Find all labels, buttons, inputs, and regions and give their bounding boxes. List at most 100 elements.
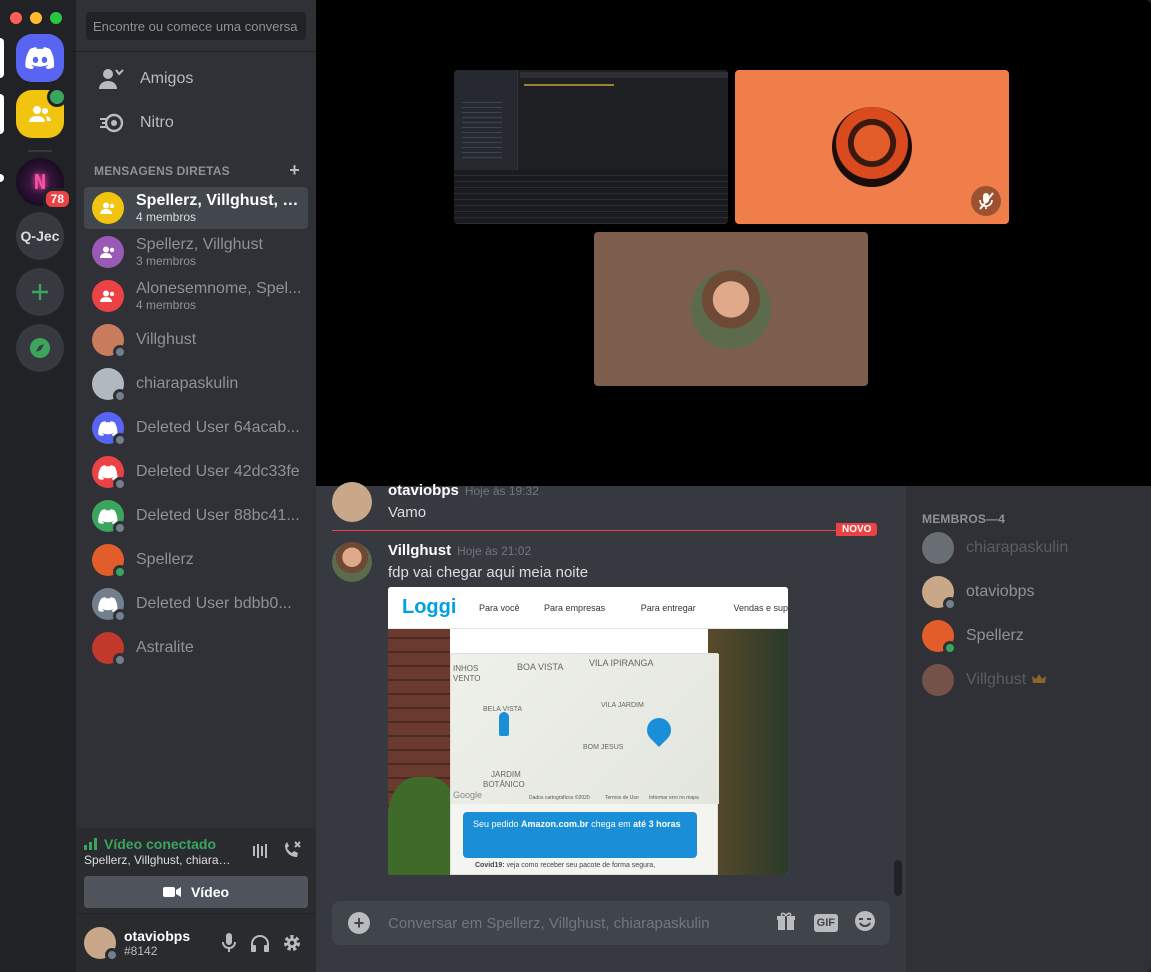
disconnect-icon[interactable] — [282, 840, 302, 865]
noise-suppression-icon[interactable] — [252, 842, 270, 865]
map-label: BOM JESUS — [583, 744, 624, 751]
video-call-area — [316, 0, 1151, 486]
search-input[interactable]: Encontre ou comece uma conversa — [86, 12, 306, 40]
status-dot — [113, 477, 127, 491]
server-rail: N 78 Q-Jec — [0, 0, 76, 972]
headphones-icon[interactable] — [249, 932, 271, 954]
dm-header-label: MENSAGENS DIRETAS — [94, 164, 230, 178]
dm-text: Villghust — [136, 331, 306, 349]
dm-text: Deleted User bdbb0... — [136, 595, 306, 613]
add-server-button[interactable] — [16, 268, 64, 316]
member-avatar — [922, 620, 957, 655]
member-item[interactable]: Villghust — [922, 664, 1047, 696]
chat-scrollbar[interactable] — [894, 860, 902, 896]
participant-tile-spellerz[interactable] — [735, 70, 1009, 224]
map-area: BOA VISTA VILA IPIRANGA INHOS VENTO BELA… — [451, 654, 719, 804]
group-icon — [100, 290, 115, 302]
screen-share-tile[interactable] — [454, 70, 728, 224]
minimize-window-button[interactable] — [30, 12, 42, 24]
message-input[interactable]: Conversar em Spellerz, Villghust, chiara… — [388, 915, 776, 932]
member-item[interactable]: otaviobps — [922, 576, 1035, 611]
dm-item[interactable]: Spellerz, Villghust 3 membros — [84, 231, 308, 273]
chat-panel: otaviobps Hoje às 19:32 Vamo NOVO Villghu… — [316, 482, 906, 972]
dm-item[interactable]: Deleted User 64acab... — [84, 407, 308, 449]
dm-item[interactable]: Alonesemnome, Spel... 4 membros — [84, 275, 308, 317]
map-label: VILA JARDIM — [601, 702, 644, 709]
plus-icon — [32, 284, 48, 300]
message-author[interactable]: Villghust — [388, 542, 451, 559]
dm-text: Alonesemnome, Spel... 4 membros — [136, 280, 306, 312]
participant-avatar-spellerz — [832, 107, 912, 187]
user-avatar[interactable] — [84, 927, 119, 962]
status-dot — [113, 653, 127, 667]
home-pin-icon — [642, 713, 676, 747]
gear-icon[interactable] — [281, 932, 303, 954]
dm-text: Astralite — [136, 639, 306, 657]
google-label: Google — [453, 790, 483, 800]
gif-button[interactable]: GIF — [813, 914, 838, 932]
loggi-nav-item: Vendas e sup — [733, 602, 788, 613]
group-call-server[interactable] — [16, 87, 67, 138]
map-footer: Dados cartográficos ©2020 — [529, 795, 590, 801]
dm-item[interactable]: Spellerz, Villghust, ch... 4 membros — [84, 187, 308, 229]
message-avatar[interactable] — [332, 482, 372, 522]
discord-logo-icon — [98, 464, 118, 480]
dm-avatar — [92, 500, 127, 535]
status-dot — [113, 609, 127, 623]
voice-channel-name[interactable]: Spellerz, Villghust, chiarapa... — [84, 853, 234, 867]
nav-nitro[interactable]: Nitro — [84, 102, 308, 144]
courier-marker-icon — [499, 712, 509, 736]
participant-tile-villghust[interactable] — [594, 232, 868, 386]
video-indicator-icon — [47, 87, 67, 107]
dm-item[interactable]: Deleted User bdbb0... — [84, 583, 308, 625]
neon-server[interactable]: N 78 — [16, 158, 72, 210]
user-tag: #8142 — [124, 944, 158, 958]
dm-item[interactable]: Astralite — [84, 627, 308, 669]
explore-servers-button[interactable] — [16, 324, 64, 372]
dm-item[interactable]: Deleted User 42dc33fe — [84, 451, 308, 493]
message-avatar[interactable] — [332, 542, 372, 582]
member-item[interactable]: Spellerz — [922, 620, 1024, 655]
nav-friends[interactable]: Amigos — [84, 58, 308, 100]
create-dm-plus-icon[interactable]: + — [289, 161, 300, 179]
friends-icon — [96, 68, 128, 90]
loggi-nav-item: Para empresas — [544, 602, 606, 613]
notice-text: chega em — [588, 819, 634, 829]
dm-text: Deleted User 42dc33fe — [136, 463, 306, 481]
dm-name: chiarapaskulin — [136, 375, 239, 392]
dm-item[interactable]: Villghust — [84, 319, 308, 361]
home-button[interactable] — [16, 34, 64, 82]
group-icon — [100, 246, 115, 258]
shared-file-list — [462, 98, 502, 158]
video-button-label: Vídeo — [190, 884, 230, 900]
member-item[interactable]: chiarapaskulin — [922, 532, 1068, 564]
dm-item[interactable]: chiarapaskulin — [84, 363, 308, 405]
dm-header: MENSAGENS DIRETAS + — [94, 161, 300, 179]
delivery-notice: Seu pedido Amazon.com.br chega em até 3 … — [463, 812, 697, 858]
video-button[interactable]: Vídeo — [84, 876, 308, 908]
dm-name: Spellerz — [136, 551, 194, 568]
dm-item[interactable]: Spellerz — [84, 539, 308, 581]
gift-icon[interactable] — [776, 911, 796, 936]
map-footer: Termos de Uso — [605, 795, 639, 801]
dm-text: chiarapaskulin — [136, 375, 306, 393]
discord-logo-icon — [98, 596, 118, 612]
microphone-icon[interactable] — [218, 932, 240, 954]
member-avatar — [922, 664, 954, 696]
message-2: Villghust Hoje às 21:02 fdp vai chegar aq… — [332, 542, 588, 582]
image-attachment[interactable]: Loggi Para você Para empresas Para entre… — [388, 587, 788, 875]
add-attachment-icon[interactable]: + — [348, 912, 370, 934]
map-label: BOTÂNICO — [483, 780, 525, 789]
dm-text: Spellerz, Villghust 3 membros — [136, 236, 306, 268]
close-window-button[interactable] — [10, 12, 22, 24]
status-dot — [113, 565, 127, 579]
message-author[interactable]: otaviobps — [388, 482, 459, 499]
user-info[interactable]: otaviobps #8142 — [124, 928, 190, 958]
dm-member-count: 3 membros — [136, 254, 197, 268]
notice-eta: até 3 horas — [633, 819, 681, 829]
zoom-window-button[interactable] — [50, 12, 62, 24]
server-qjec[interactable]: Q-Jec — [16, 212, 64, 260]
emoji-icon[interactable] — [854, 910, 876, 937]
new-messages-divider — [332, 530, 876, 531]
dm-item[interactable]: Deleted User 88bc41... — [84, 495, 308, 537]
